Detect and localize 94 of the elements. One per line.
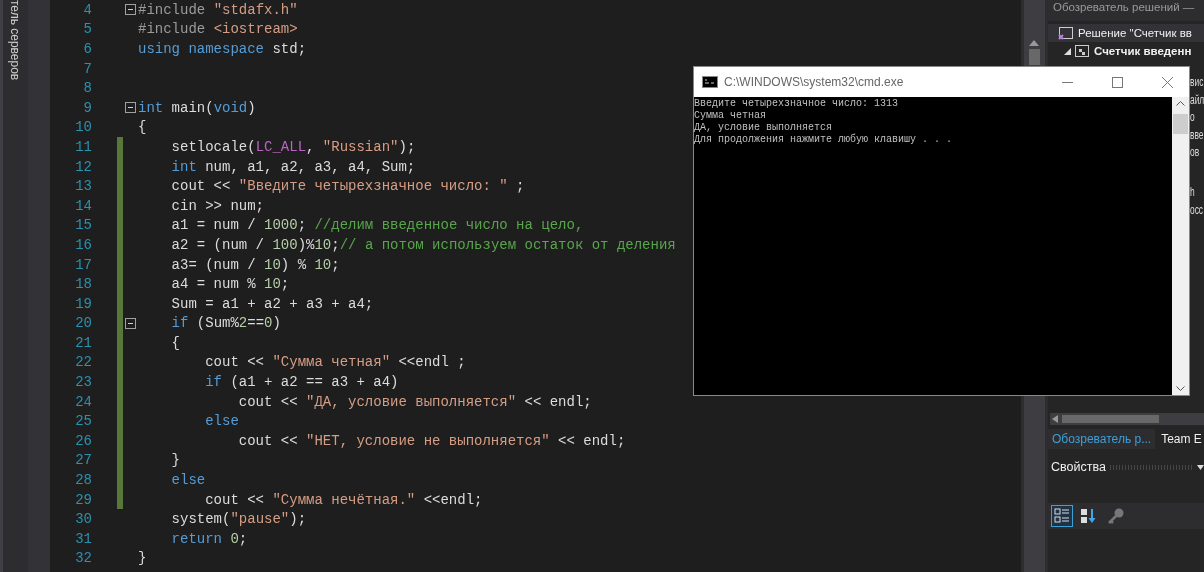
code-line: cout << "Сумма четная" <<endl ; [204, 354, 466, 371]
tree-item[interactable]: вве [1190, 128, 1204, 142]
code-line: cout << "Введите четырехзначное число: " ; [170, 178, 525, 195]
close-icon [1161, 76, 1173, 88]
tree-item[interactable]: вис [1190, 76, 1204, 89]
tree-item[interactable]: осс [1190, 203, 1204, 217]
tree-item[interactable]: h [1190, 185, 1195, 199]
tree-item[interactable]: ов [1190, 146, 1200, 159]
categorized-button[interactable] [1051, 505, 1073, 527]
code-line: return 0; [170, 530, 248, 547]
code-line: a4 = num % 10; [170, 276, 290, 293]
categorized-icon [1053, 507, 1071, 525]
terminal-icon [702, 76, 718, 88]
code-line: int main(void) [138, 99, 256, 116]
console-line: Введите четырехзначное число: 1313 [694, 98, 900, 110]
collapse-icon[interactable] [125, 317, 136, 329]
panel-title: Свойства [1051, 460, 1106, 474]
project-icon [1074, 44, 1090, 58]
code-line: cout << "ДА, условие выполняется" << endl; [237, 393, 592, 410]
scroll-left-icon [1052, 415, 1058, 423]
line-number: 27 [74, 452, 92, 469]
code-line: #include <iostream> [138, 21, 298, 38]
tree-item[interactable]: Счетчик введенн [1094, 45, 1192, 57]
panel-tab[interactable]: Обозреватель р... [1048, 429, 1156, 449]
code-line: using namespace std; [138, 41, 307, 57]
code-line: cin >> num; [170, 197, 265, 214]
line-number: 23 [74, 374, 92, 391]
line-number: 16 [74, 236, 92, 253]
code-line: #include "stdafx.h" [138, 1, 298, 18]
code-line: if (a1 + a2 == a3 + a4) [204, 374, 399, 391]
console-line: Сумма четная [694, 110, 767, 122]
line-number: 14 [74, 197, 92, 214]
server-explorer-tab[interactable]: тель серверов [3, 0, 22, 81]
line-number: 22 [74, 354, 92, 371]
scroll-thumb[interactable] [1062, 415, 1159, 423]
line-number: 12 [74, 158, 92, 175]
line-number: 29 [74, 491, 92, 508]
line-number: 5 [82, 21, 92, 38]
tree-item[interactable]: о [1190, 111, 1195, 124]
line-number: 18 [74, 276, 92, 293]
scroll-down-icon [1176, 386, 1185, 391]
code-line: else [204, 413, 239, 430]
line-number: 4 [82, 1, 92, 18]
window-title: C:\WINDOWS\system32\cmd.exe [724, 75, 905, 89]
tree-item[interactable]: айл [1190, 93, 1204, 107]
code-line: a2 = (num / 100)%10;// а потом используем остаток от деления [170, 236, 676, 253]
line-number: 19 [74, 295, 92, 312]
scroll-up-icon [1176, 101, 1185, 106]
line-number: 32 [74, 550, 92, 567]
dropdown-icon[interactable] [1197, 464, 1204, 470]
expander-icon[interactable] [1063, 47, 1071, 55]
line-number: 30 [74, 511, 92, 528]
code-line: int num, a1, a2, a3, a4, Sum; [170, 158, 416, 175]
code-line: a3= (num / 10) % 10; [170, 256, 340, 273]
code-line: } [138, 550, 147, 567]
line-number: 15 [74, 217, 92, 234]
code-line: else [170, 472, 206, 489]
line-number: 6 [82, 41, 92, 57]
line-number: 20 [74, 315, 92, 332]
code-line: } [170, 452, 180, 469]
key-icon [1107, 507, 1125, 525]
code-line: system("pause"); [170, 511, 307, 528]
line-number: 10 [74, 119, 92, 136]
code-line: if (Sum%2==0) [170, 315, 281, 332]
scroll-up-icon [1029, 40, 1039, 46]
code-line: a1 = num / 1000; //делим введенное число на цело, [170, 217, 584, 234]
collapse-icon[interactable] [125, 102, 136, 114]
scroll-thumb[interactable] [1173, 114, 1188, 134]
code-line: { [170, 334, 180, 351]
line-number: 21 [74, 334, 92, 351]
console-line: Для продолжения нажмите любую клавишу . . . [694, 134, 954, 146]
line-number: 26 [74, 432, 92, 449]
scroll-thumb[interactable] [1029, 49, 1040, 65]
line-number: 28 [74, 472, 92, 489]
code-line: { [138, 119, 147, 136]
code-line: Sum = a1 + a2 + a3 + a4; [170, 295, 374, 312]
solution-icon [1058, 26, 1074, 40]
line-number: 17 [74, 256, 92, 273]
line-number: 8 [82, 80, 92, 97]
line-number: 13 [74, 178, 92, 195]
code-line: cout << "НЕТ, условие не выполняется" << endl; [237, 432, 626, 449]
panel-title: Обозреватель решений — [1048, 0, 1204, 21]
collapse-icon[interactable] [125, 4, 136, 16]
line-number: 11 [74, 138, 92, 155]
line-number: 9 [82, 99, 92, 116]
code-line: setlocale(LC_ALL, "Russian"); [170, 138, 416, 155]
maximize-icon [1111, 76, 1123, 88]
code-line: cout << "Сумма нечётная." <<endl; [204, 491, 483, 508]
line-number: 7 [82, 60, 92, 77]
sort-icon [1080, 507, 1098, 525]
line-number: 25 [74, 413, 92, 430]
line-number: 24 [74, 393, 92, 410]
console-line: ДА, условие выполняется [694, 122, 834, 134]
line-number: 31 [74, 530, 92, 547]
